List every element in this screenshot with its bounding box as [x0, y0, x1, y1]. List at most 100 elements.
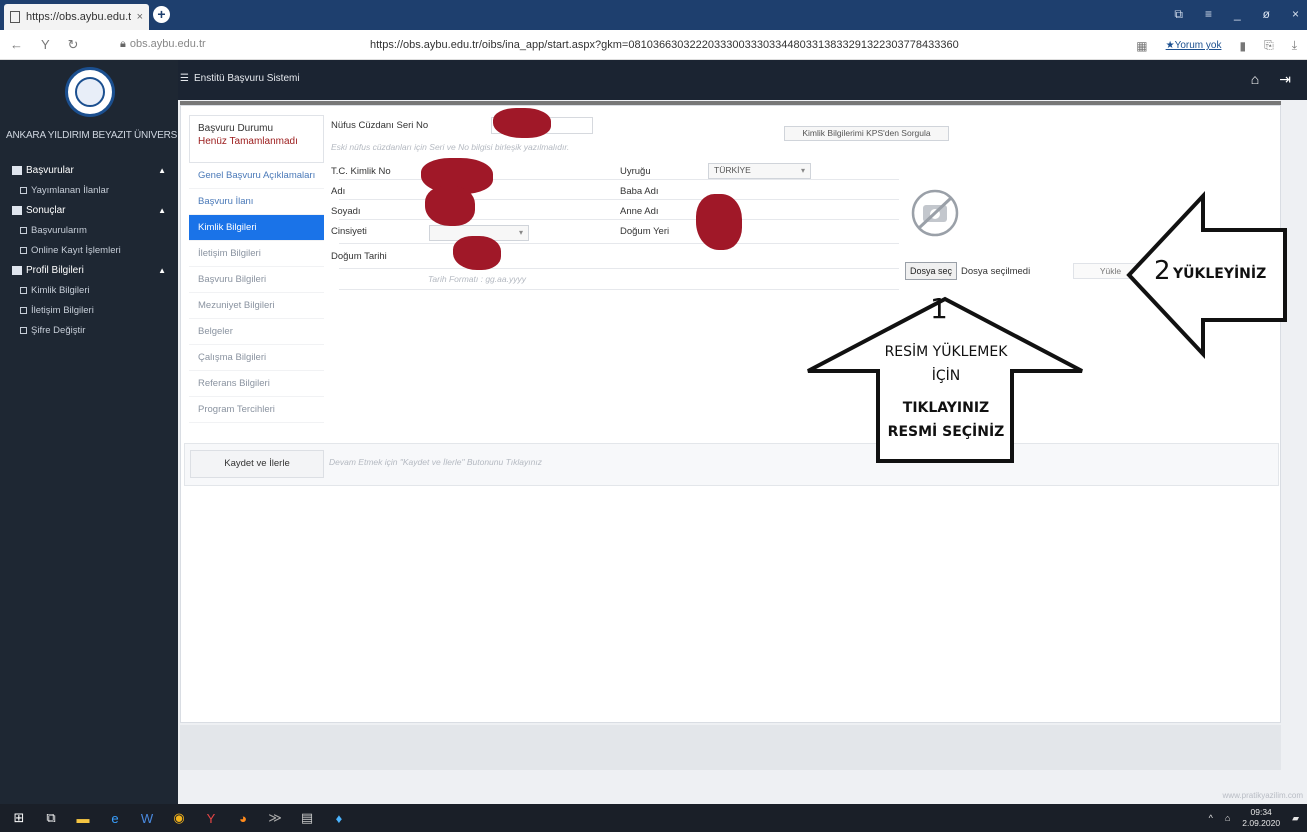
- hamburger-icon[interactable]: ☰: [180, 73, 189, 84]
- maximize-button[interactable]: ø: [1263, 7, 1270, 22]
- windows-start-icon[interactable]: ⊞: [6, 805, 32, 831]
- divider: [339, 289, 899, 290]
- kps-query-button[interactable]: Kimlik Bilgilerimi KPS'den Sorgula: [784, 126, 949, 141]
- nufus-label: Nüfus Cüzdanı Seri No: [331, 120, 429, 131]
- sidebar-item-label: Online Kayıt İşlemleri: [31, 244, 121, 256]
- menu-icon[interactable]: ≡: [1205, 7, 1212, 22]
- uyruk-value: TÜRKİYE: [714, 165, 751, 175]
- tab-close-icon[interactable]: ×: [137, 11, 143, 23]
- sidebar-item-label: Kimlik Bilgileri: [31, 284, 90, 296]
- url-field[interactable]: https://obs.aybu.edu.tr/oibs/ina_app/sta…: [370, 39, 959, 51]
- save-continue-button[interactable]: Kaydet ve İlerle: [190, 450, 324, 478]
- refresh-icon[interactable]: ↻: [68, 37, 79, 53]
- sidebar-group-basvurular[interactable]: Başvurular ▲: [0, 160, 178, 180]
- app-header: ☰ Enstitü Başvuru Sistemi ⌂ ⇥: [0, 60, 1307, 100]
- square-icon: [20, 246, 27, 254]
- choose-file-button[interactable]: Dosya seç: [905, 262, 958, 280]
- step-calisma[interactable]: Çalışma Bilgileri: [189, 345, 324, 371]
- home-icon[interactable]: ⌂: [1251, 71, 1259, 88]
- sidebar-item-kimlik[interactable]: Kimlik Bilgileri: [0, 280, 178, 300]
- divider: [339, 199, 899, 200]
- square-icon: [20, 226, 27, 234]
- sidebar-item-iletisim[interactable]: İletişim Bilgileri: [0, 300, 178, 320]
- soyad-label: Soyadı: [331, 206, 361, 217]
- divider: [339, 243, 899, 244]
- save-bar: Kaydet ve İlerle Devam Etmek için "Kayde…: [184, 443, 1279, 486]
- divider: [339, 268, 899, 269]
- watermark: www.pratikyazilim.com: [1222, 791, 1303, 800]
- uyruk-select[interactable]: TÜRKİYE ▾: [708, 163, 811, 179]
- redaction: [425, 186, 475, 226]
- chrome-icon[interactable]: ◉: [166, 805, 192, 831]
- step-belgeler[interactable]: Belgeler: [189, 319, 324, 345]
- file-explorer-icon[interactable]: ▬: [70, 805, 96, 831]
- clock[interactable]: 09:34 2.09.2020: [1242, 807, 1280, 829]
- annotation-line: TIKLAYINIZ: [902, 400, 990, 416]
- square-icon: [20, 186, 27, 194]
- step-basvuru[interactable]: Başvuru Bilgileri: [189, 267, 324, 293]
- annotation-number-2: 2: [1154, 256, 1171, 286]
- calculator-icon[interactable]: ▤: [294, 805, 320, 831]
- firefox-icon[interactable]: ◕: [230, 805, 256, 831]
- step-iletisim[interactable]: İletişim Bilgileri: [189, 241, 324, 267]
- sidebar-item-yayimlanan-ilanlar[interactable]: Yayımlanan İlanlar: [0, 180, 178, 200]
- edge-icon[interactable]: e: [102, 805, 128, 831]
- download-icon[interactable]: ⤓: [1292, 38, 1297, 53]
- network-icon[interactable]: ⌂: [1225, 813, 1230, 823]
- drop-icon[interactable]: ♦: [326, 805, 352, 831]
- minimize-button[interactable]: _: [1234, 7, 1241, 22]
- domain-text: obs.aybu.edu.tr: [129, 38, 206, 50]
- logout-icon[interactable]: ⇥: [1279, 71, 1291, 88]
- extension-icon[interactable]: ▦: [1136, 39, 1147, 53]
- lock-icon: 🔒︎: [120, 38, 126, 50]
- id-card-icon: [12, 265, 22, 275]
- restore-icon[interactable]: ⧉: [1174, 7, 1183, 22]
- sidebar-group-label: Profil Bilgileri: [26, 264, 84, 276]
- notification-icon[interactable]: ▰: [1292, 813, 1299, 824]
- step-kimlik[interactable]: Kimlik Bilgileri: [189, 215, 324, 241]
- close-window-button[interactable]: ×: [1292, 7, 1299, 22]
- sidebar-item-label: İletişim Bilgileri: [31, 304, 94, 316]
- terminal-icon[interactable]: ≫: [262, 805, 288, 831]
- annotation-line: RESMİ SEÇİNİZ: [887, 424, 1005, 440]
- list-icon: [12, 165, 22, 175]
- app-title[interactable]: ☰ Enstitü Başvuru Sistemi: [180, 73, 300, 84]
- task-view-icon[interactable]: ⧉: [38, 805, 64, 831]
- anne-label: Anne Adı: [620, 206, 659, 217]
- dogum-yeri-label: Doğum Yeri: [620, 226, 670, 237]
- tab-title: https://obs.aybu.edu.tr/: [26, 11, 131, 23]
- status-title: Başvuru Durumu: [198, 123, 274, 134]
- word-icon[interactable]: W: [134, 805, 160, 831]
- step-referans[interactable]: Referans Bilgileri: [189, 371, 324, 397]
- sidebar-item-basvurularim[interactable]: Başvurularım: [0, 220, 178, 240]
- yorum-link[interactable]: ★Yorum yok: [1166, 40, 1222, 51]
- reading-icon[interactable]: ⎘: [1264, 38, 1274, 53]
- shield-icon[interactable]: Y: [41, 37, 50, 53]
- redaction: [453, 236, 501, 270]
- domain-display[interactable]: 🔒︎ obs.aybu.edu.tr: [120, 38, 220, 51]
- new-tab-button[interactable]: +: [153, 6, 170, 23]
- sidebar-group-sonuclar[interactable]: Sonuçlar ▲: [0, 200, 178, 220]
- bookmarks-icon[interactable]: ▮: [1239, 39, 1246, 53]
- step-nav: Başvuru Durumu Henüz Tamamlanmadı Genel …: [189, 115, 324, 423]
- sidebar-item-online-kayit[interactable]: Online Kayıt İşlemleri: [0, 240, 178, 260]
- tray-expand-icon[interactable]: ^: [1209, 813, 1213, 823]
- step-ilan[interactable]: Başvuru İlanı: [189, 189, 324, 215]
- address-bar: ← Y ↻ 🔒︎ obs.aybu.edu.tr https://obs.aybu…: [0, 30, 1307, 60]
- browser-tab[interactable]: https://obs.aybu.edu.tr/ ×: [4, 4, 149, 30]
- step-mezuniyet[interactable]: Mezuniyet Bilgileri: [189, 293, 324, 319]
- taskbar: ⊞ ⧉ ▬ e W ◉ Y ◕ ≫ ▤ ♦ ^ ⌂ 09:34 2.09.202…: [0, 804, 1307, 832]
- upload-row: Dosya seç Dosya seçilmedi Yükle: [905, 262, 1149, 280]
- file-status: Dosya seçilmedi: [961, 265, 1031, 277]
- back-icon[interactable]: ←: [10, 37, 23, 53]
- square-icon: [20, 286, 27, 294]
- step-genel[interactable]: Genel Başvuru Açıklamaları: [189, 163, 324, 189]
- yandex-icon[interactable]: Y: [198, 805, 224, 831]
- application-status: Başvuru Durumu Henüz Tamamlanmadı: [189, 115, 324, 163]
- sidebar-item-label: Yayımlanan İlanlar: [31, 184, 109, 196]
- sidebar-group-profil[interactable]: Profil Bilgileri ▲: [0, 260, 178, 280]
- chevron-up-icon: ▲: [158, 265, 166, 275]
- form-panel: Başvuru Durumu Henüz Tamamlanmadı Genel …: [180, 105, 1281, 723]
- sidebar-item-sifre[interactable]: Şifre Değiştir: [0, 320, 178, 340]
- step-program[interactable]: Program Tercihleri: [189, 397, 324, 423]
